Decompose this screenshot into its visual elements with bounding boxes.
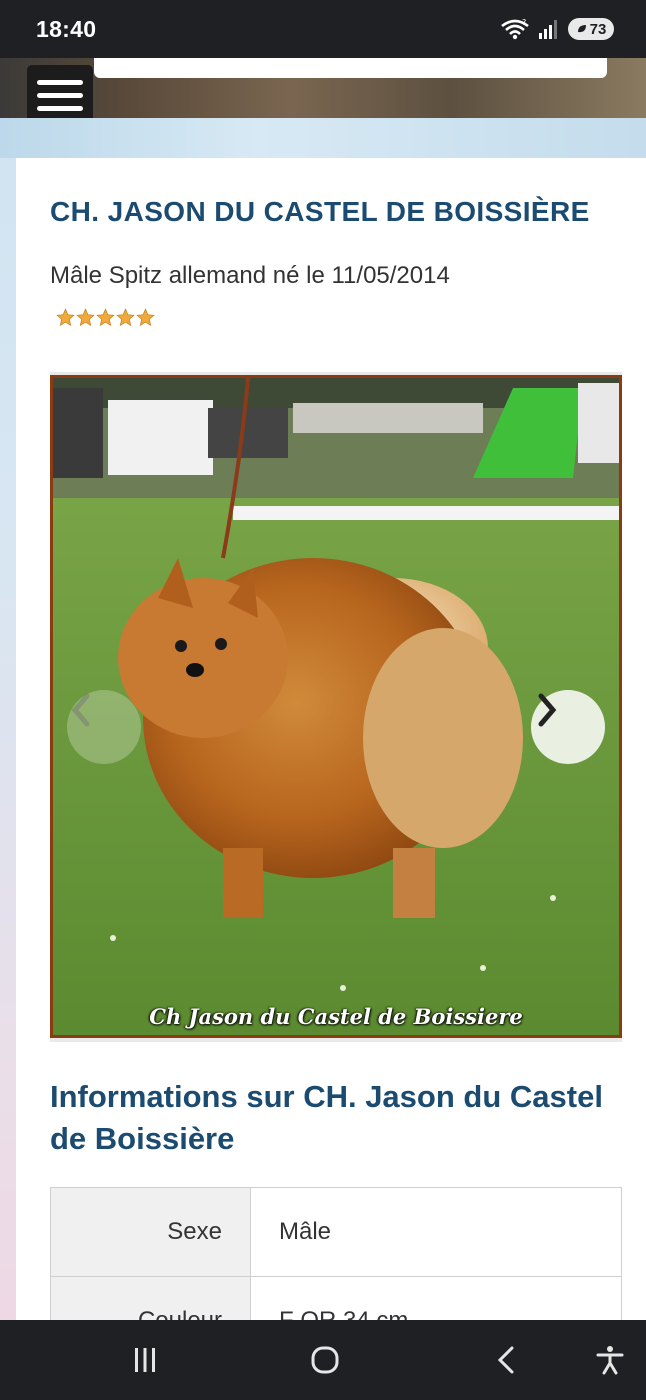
- status-bar: 18:40 ? 73: [0, 0, 646, 58]
- wifi-icon: ?: [500, 18, 530, 40]
- battery-saver-icon: [577, 25, 586, 33]
- table-cell-value: Mâle: [250, 1187, 622, 1277]
- back-icon[interactable]: [487, 1340, 527, 1380]
- star-icon: [96, 308, 115, 327]
- star-icon: [56, 308, 75, 327]
- accessibility-icon[interactable]: [590, 1340, 630, 1380]
- battery-level: 73: [589, 20, 607, 38]
- dog-description: Mâle Spitz allemand né le 11/05/2014: [50, 262, 450, 289]
- photo-gallery: Ch Jason du Castel de Boissiere: [50, 372, 622, 1042]
- chevron-left-icon: [71, 693, 90, 727]
- header-bar: [94, 58, 607, 78]
- table-row: Sexe Mâle: [50, 1187, 622, 1277]
- info-heading: Informations sur CH. Jason du Castel de …: [50, 1079, 603, 1156]
- star-icon: [76, 308, 95, 327]
- signal-icon: [538, 18, 560, 40]
- gallery-next-button[interactable]: [531, 690, 605, 764]
- status-time: 18:40: [36, 15, 97, 42]
- home-icon[interactable]: [305, 1340, 345, 1380]
- star-icon: [116, 308, 135, 327]
- table-row: Couleur F OR 34 cm: [50, 1276, 622, 1320]
- star-icon: [136, 308, 155, 327]
- info-table: Sexe Mâle Couleur F OR 34 cm: [50, 1187, 622, 1320]
- recent-apps-icon[interactable]: [125, 1340, 165, 1380]
- chevron-right-icon: [538, 693, 557, 727]
- system-navigation-bar: [0, 1320, 646, 1400]
- star-rating: [56, 308, 155, 327]
- page-title: CH. JASON DU CASTEL DE BOISSIÈRE: [50, 196, 590, 227]
- status-icons: ? 73: [500, 18, 614, 40]
- page-background: [0, 118, 646, 158]
- photo-caption: Ch Jason du Castel de Boissiere: [149, 1004, 523, 1029]
- table-cell-value: F OR 34 cm: [250, 1276, 622, 1320]
- hamburger-menu-icon[interactable]: [27, 65, 93, 125]
- gallery-prev-button[interactable]: [67, 690, 141, 764]
- battery-icon: 73: [568, 18, 614, 40]
- dog-photo[interactable]: Ch Jason du Castel de Boissiere: [50, 375, 622, 1038]
- table-cell-label: Sexe: [50, 1187, 251, 1277]
- table-cell-label: Couleur: [50, 1276, 251, 1320]
- content-card: CH. JASON DU CASTEL DE BOISSIÈRE Mâle Sp…: [16, 158, 646, 1320]
- svg-text:?: ?: [522, 18, 526, 27]
